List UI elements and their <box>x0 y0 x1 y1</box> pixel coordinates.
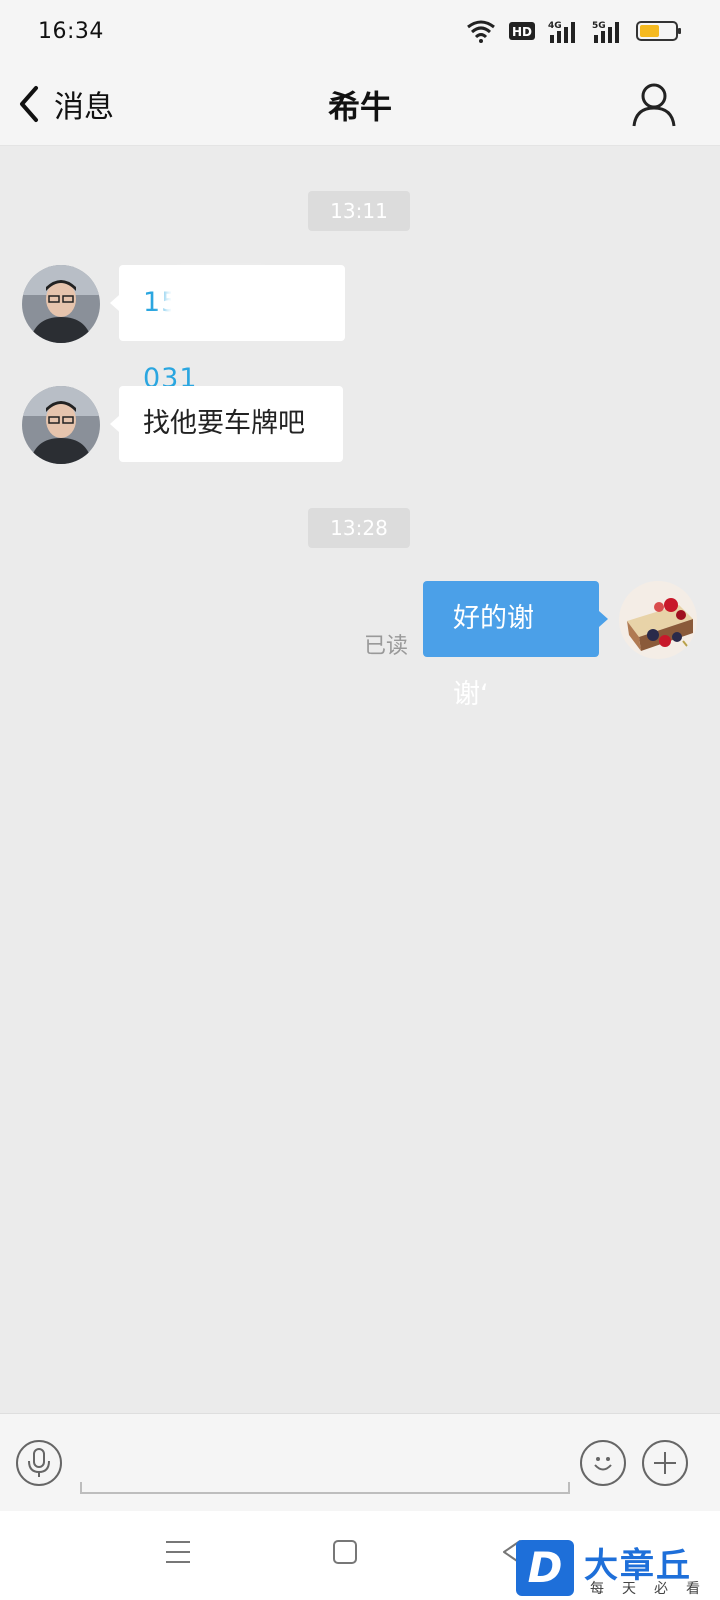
message-input-bar <box>0 1413 720 1511</box>
avatar[interactable] <box>22 265 100 343</box>
incoming-message-bubble[interactable]: 找他要车牌吧 <box>110 386 343 462</box>
outgoing-message-bubble[interactable]: 好的谢谢‘ <box>423 581 608 710</box>
message-input[interactable] <box>80 1482 570 1494</box>
voice-button[interactable] <box>16 1440 62 1486</box>
home-square-icon <box>333 1540 357 1564</box>
avatar[interactable] <box>22 386 100 464</box>
smiley-icon <box>594 1457 612 1471</box>
signal-5g-icon: 5G <box>592 21 619 43</box>
menu-icon <box>166 1541 190 1563</box>
wifi-icon <box>467 20 495 43</box>
cake-avatar-icon <box>619 581 697 659</box>
watermark-subtitle: 每天必看 <box>590 1581 718 1597</box>
microphone-icon <box>28 1448 50 1477</box>
incoming-message-bubble[interactable]: 15031 <box>110 265 345 394</box>
battery-icon <box>636 21 681 41</box>
status-icons: HD 4G 5G <box>466 19 682 43</box>
contact-profile-button[interactable] <box>630 80 678 128</box>
signal-4g-icon: 4G <box>548 21 575 43</box>
message-text: 好的谢谢‘ <box>453 603 534 710</box>
watermark-logo: D 大章丘 每天必看 <box>516 1538 718 1598</box>
chat-area[interactable]: 13:11 15031 找他要车牌吧 13:28 已读 好的谢谢‘ <box>0 146 720 1413</box>
svg-text:5G: 5G <box>592 21 606 31</box>
status-bar: 16:34 HD 4G 5G <box>0 0 720 62</box>
message-text: 找他要车牌吧 <box>143 408 305 439</box>
read-status: 已读 <box>364 634 409 659</box>
user-icon <box>632 83 676 127</box>
emoji-button[interactable] <box>580 1440 626 1486</box>
redaction-blur <box>171 279 271 325</box>
contact-avatar-icon <box>22 265 100 343</box>
hd-badge-icon: HD <box>509 22 535 40</box>
chat-header: 消息 希牛 <box>0 62 720 146</box>
status-time: 16:34 <box>38 18 104 44</box>
system-nav-bar: D 大章丘 每天必看 <box>0 1511 720 1600</box>
more-actions-button[interactable] <box>642 1440 688 1486</box>
watermark-d-logo: D <box>516 1540 574 1596</box>
time-separator: 13:11 <box>308 191 410 231</box>
time-separator: 13:28 <box>308 508 410 548</box>
svg-text:4G: 4G <box>548 21 562 31</box>
menu-button[interactable] <box>165 1539 191 1569</box>
page-title: 希牛 <box>327 88 392 126</box>
plus-icon <box>654 1452 676 1474</box>
avatar[interactable] <box>619 581 697 659</box>
svg-text:HD: HD <box>512 25 532 39</box>
home-button[interactable] <box>332 1539 358 1569</box>
contact-avatar-icon <box>22 386 100 464</box>
